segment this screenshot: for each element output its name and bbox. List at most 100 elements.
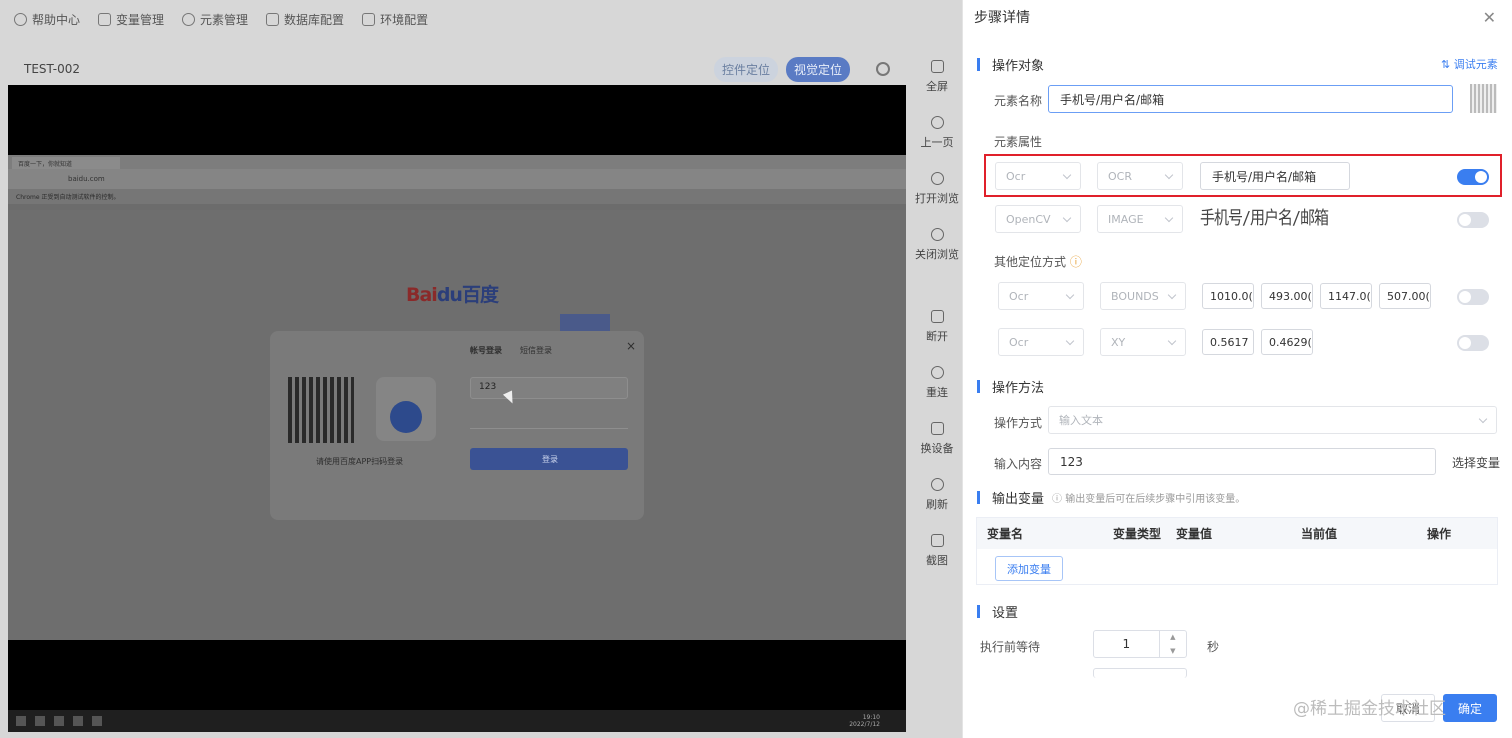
tab-account-login[interactable]: 帐号登录 [470, 345, 502, 356]
bounds-toggle[interactable] [1457, 289, 1489, 305]
elem-name-input[interactable]: 手机号/用户名/邮箱 [1048, 85, 1453, 113]
section-output-var: 输出变量 ⓘ 输出变量后可在后续步骤中引用该变量。 [977, 488, 1245, 507]
col-current-value: 当前值 [1301, 527, 1338, 541]
xy-y-input[interactable]: 0.4629( [1261, 329, 1313, 355]
element-thumbnail [1470, 84, 1497, 113]
address-bar[interactable]: baidu.com [8, 169, 906, 189]
tab-sms-login[interactable]: 短信登录 [520, 345, 552, 356]
col-var-value: 变量值 [1176, 527, 1213, 541]
opencv-type-select[interactable]: OpenCV [995, 205, 1081, 233]
settings-window-icon [362, 12, 376, 26]
refresh-button[interactable]: 刷新 [914, 474, 960, 530]
bounds-method-select[interactable]: BOUNDS [1100, 282, 1186, 310]
image-method-select[interactable]: IMAGE [1097, 205, 1183, 233]
control-locate-button[interactable]: 控件定位 [713, 56, 778, 82]
close-icon[interactable]: ✕ [1483, 8, 1496, 27]
browser-window: 百度一下，你就知道 baidu.com Chrome 正受到自动测试软件的控制。… [8, 155, 906, 732]
refresh-icon [930, 478, 944, 491]
output-var-table: 变量名 变量类型 变量值 当前值 操作 添加变量 [976, 517, 1498, 585]
select-variable-link[interactable]: 选择变量 [1452, 454, 1500, 471]
password-input[interactable] [470, 407, 628, 429]
ok-button[interactable]: 确定 [1443, 694, 1497, 722]
browser-page: Baidu百度 帐号登录 短信登录 × 请使用百度APP扫码登录 123 登录 [8, 210, 906, 640]
database-icon [98, 12, 112, 26]
drawer-title: 步骤详情 [974, 10, 1030, 26]
chevron-down-icon [1062, 170, 1072, 179]
crop-icon [930, 534, 944, 547]
chevron-down-icon [1065, 290, 1075, 299]
browser-tab[interactable]: 百度一下，你就知道 [12, 157, 120, 169]
input-content-field[interactable]: 123 [1048, 448, 1436, 475]
xy-toggle[interactable] [1457, 335, 1489, 351]
second-stepper[interactable] [1093, 668, 1187, 678]
elem-name-label: 元素名称 [994, 94, 1043, 108]
locate-mode-switch: 控件定位 视觉定位 [713, 56, 890, 82]
disconnect-button[interactable]: 断开 [914, 306, 960, 362]
other-locate-label: 其他定位方式 ⓘ [994, 255, 1082, 269]
xy-method-select[interactable]: XY [1100, 328, 1186, 356]
close-icon[interactable]: × [626, 339, 636, 353]
username-input[interactable]: 123 [470, 377, 628, 399]
xy-x-input[interactable]: 0.5617 [1202, 329, 1254, 355]
edge-icon[interactable] [35, 716, 45, 726]
wechat-icon[interactable] [73, 716, 83, 726]
device-toolbar: 全屏 上一页 打开浏览 关闭浏览 断开 重连 换设备 刷新 截图 [914, 56, 960, 586]
visual-locate-button[interactable]: 视觉定位 [785, 56, 850, 82]
help-icon [14, 12, 27, 26]
nav-env-config[interactable]: 环境配置 [362, 11, 428, 28]
fullscreen-button[interactable]: 全屏 [914, 56, 960, 112]
locator-method-select[interactable]: OCR [1097, 162, 1183, 190]
login-button[interactable]: 登录 [470, 448, 628, 470]
nav-variables[interactable]: 变量管理 [98, 11, 164, 28]
bounds-y2-input[interactable]: 507.00( [1379, 283, 1431, 309]
xy-type-select[interactable]: Ocr [998, 328, 1084, 356]
automation-infobar: Chrome 正受到自动测试软件的控制。 [8, 189, 906, 204]
swap-icon [930, 422, 944, 435]
reconnect-button[interactable]: 重连 [914, 362, 960, 418]
sliders-icon: ⇅ [1441, 58, 1454, 71]
opencv-toggle[interactable] [1457, 212, 1489, 228]
windows-icon[interactable] [16, 716, 26, 726]
debug-element-link[interactable]: ⇅ 调试元素 [1441, 56, 1498, 72]
chevron-down-icon: ▼ [1170, 647, 1176, 655]
bounds-y1-input[interactable]: 493.00( [1261, 283, 1313, 309]
ocr-toggle[interactable] [1457, 169, 1489, 185]
op-mode-select[interactable]: 输入文本 [1048, 406, 1497, 434]
swap-device-button[interactable]: 换设备 [914, 418, 960, 474]
element-image: 手机号/用户名/邮箱 [1200, 207, 1329, 229]
chevron-down-icon [1164, 170, 1174, 179]
section-settings: 设置 [977, 602, 1018, 621]
back-button[interactable]: 上一页 [914, 112, 960, 168]
input-content-label: 输入内容 [994, 457, 1043, 471]
op-mode-label: 操作方式 [994, 416, 1043, 430]
nav-db-config[interactable]: 数据库配置 [266, 11, 344, 28]
chrome-icon[interactable] [92, 716, 102, 726]
info-icon: ⓘ [1052, 494, 1066, 505]
device-screen[interactable]: 百度一下，你就知道 baidu.com Chrome 正受到自动测试软件的控制。… [8, 85, 906, 732]
folder-icon[interactable] [54, 716, 64, 726]
taskbar: 19:10 2022/7/12 [8, 710, 906, 732]
add-variable-button[interactable]: 添加变量 [995, 556, 1063, 581]
bounds-x2-input[interactable]: 1147.0( [1320, 283, 1372, 309]
open-browser-button[interactable]: 打开浏览 [914, 168, 960, 224]
gear-icon[interactable] [876, 62, 890, 76]
close-browser-button[interactable]: 关闭浏览 [914, 224, 960, 280]
bounds-type-select[interactable]: Ocr [998, 282, 1084, 310]
link-icon [930, 366, 944, 379]
nav-help[interactable]: 帮助中心 [14, 11, 80, 28]
col-actions: 操作 [1427, 527, 1452, 541]
database-icon [266, 12, 280, 26]
ocr-text-input[interactable]: 手机号/用户名/邮箱 [1200, 162, 1350, 190]
taskbar-date: 2022/7/12 [849, 721, 880, 728]
chevron-up-icon: ▲ [1170, 633, 1176, 641]
bounds-x1-input[interactable]: 1010.0( [1202, 283, 1254, 309]
nav-elements[interactable]: 元素管理 [182, 11, 248, 28]
section-op-target: 操作对象 [977, 55, 1044, 74]
search-button[interactable] [560, 314, 610, 332]
qr-code [288, 377, 354, 443]
section-op-method: 操作方法 [977, 377, 1044, 396]
locator-type-select[interactable]: Ocr [995, 162, 1081, 190]
step-detail-drawer: 步骤详情 ✕ 操作对象 ⇅ 调试元素 元素名称 手机号/用户名/邮箱 元素属性 O… [962, 0, 1512, 738]
wait-stepper[interactable]: 1 ▲ ▼ [1093, 630, 1187, 658]
screenshot-button[interactable]: 截图 [914, 530, 960, 586]
